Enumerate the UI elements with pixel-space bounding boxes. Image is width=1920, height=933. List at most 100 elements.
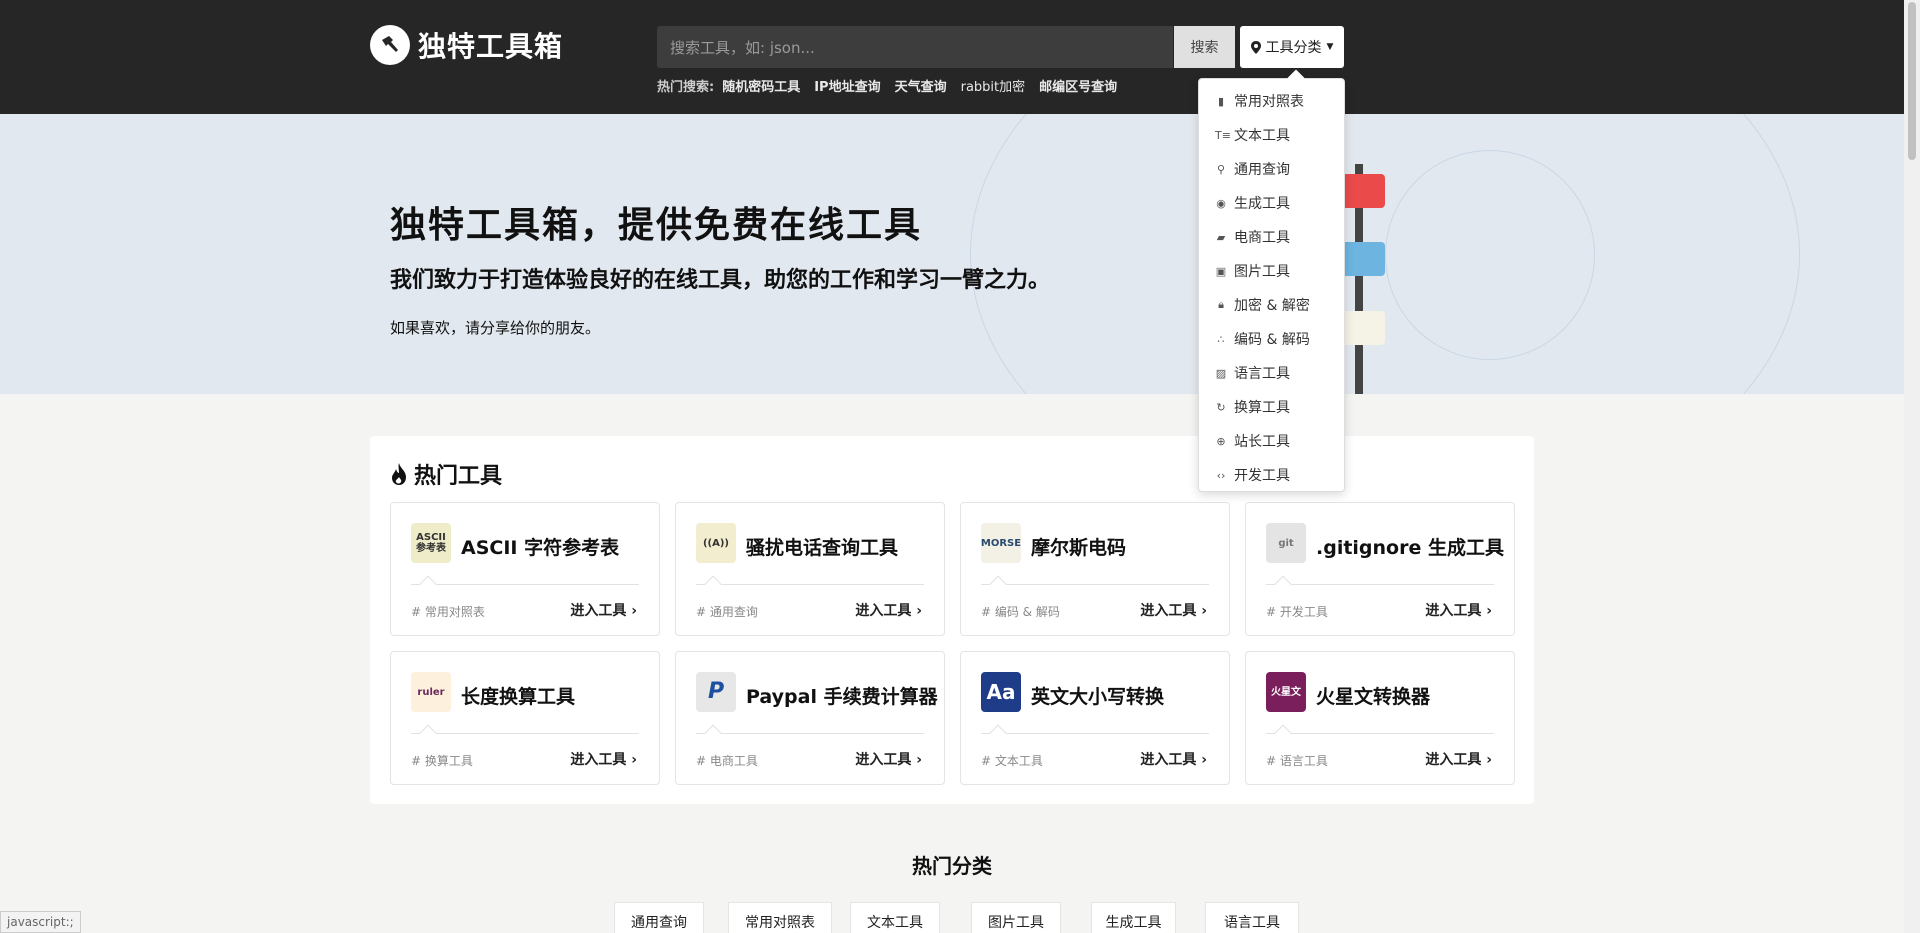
hot-tools-heading: 热门工具 <box>390 458 502 490</box>
divider-notch <box>704 724 722 742</box>
category-button-label: 工具分类 <box>1265 40 1322 56</box>
dropdown-item[interactable]: ‹› 开发工具 <box>1199 458 1344 492</box>
search-input[interactable]: 搜索工具，如: json... <box>657 26 1173 68</box>
divider-notch <box>419 724 437 742</box>
scrollbar-thumb[interactable] <box>1908 2 1916 160</box>
dropdown-item[interactable]: ↻ 换算工具 <box>1199 390 1344 424</box>
hot-tools-title: 热门工具 <box>414 464 503 489</box>
chevron-right-icon: › <box>916 603 922 619</box>
tool-card[interactable]: Aa 英文大小写转换 # 文本工具 进入工具 › <box>960 651 1230 785</box>
hammer-icon <box>370 25 410 65</box>
divider-notch <box>704 575 722 593</box>
divider <box>1266 584 1494 585</box>
target-icon: ◉ <box>1216 196 1226 210</box>
hot-tools-panel: 热门工具 ASCII 参考表 ASCII 字符参考表 # 常用对照表 进入工具 ›((… <box>370 436 1534 804</box>
tool-icon: ((A)) <box>696 523 736 563</box>
tool-category-tag: # 开发工具 <box>1266 605 1328 619</box>
dropdown-item[interactable]: T≡ 文本工具 <box>1199 118 1344 152</box>
enter-tool-link[interactable]: 进入工具 › <box>570 600 637 620</box>
enter-tool-link[interactable]: 进入工具 › <box>1140 600 1207 620</box>
dropdown-item[interactable]: ▮ 常用对照表 <box>1199 84 1344 118</box>
dropdown-item[interactable]: ⊕ 站长工具 <box>1199 424 1344 458</box>
tool-category-tag: # 文本工具 <box>981 754 1043 768</box>
hero-title: 独特工具箱，提供免费在线工具 <box>390 204 923 246</box>
dropdown-item[interactable]: ▰ 电商工具 <box>1199 220 1344 254</box>
tool-title: 火星文转换器 <box>1316 686 1431 708</box>
tool-card[interactable]: MORSE 摩尔斯电码 # 编码 & 解码 进入工具 › <box>960 502 1230 636</box>
enter-tool-link[interactable]: 进入工具 › <box>1425 749 1492 769</box>
signpost-flag <box>1345 242 1385 276</box>
tool-category-tag: # 常用对照表 <box>411 605 485 619</box>
dropdown-item-label: 开发工具 <box>1234 468 1290 484</box>
chevron-right-icon: › <box>916 752 922 768</box>
enter-tool-label: 进入工具 <box>1425 603 1482 619</box>
hot-search-link[interactable]: rabbit加密 <box>961 76 1026 95</box>
caret-down-icon: ▼ <box>1326 42 1334 52</box>
tool-title: 摩尔斯电码 <box>1031 537 1127 559</box>
tool-icon: P <box>696 672 736 712</box>
tool-card[interactable]: git .gitignore 生成工具 # 开发工具 进入工具 › <box>1245 502 1515 636</box>
enter-tool-link[interactable]: 进入工具 › <box>1425 600 1492 620</box>
enter-tool-label: 进入工具 <box>570 603 627 619</box>
category-chip[interactable]: 生成工具 <box>1091 902 1176 933</box>
tool-card[interactable]: 火星文 火星文转换器 # 语言工具 进入工具 › <box>1245 651 1515 785</box>
text-icon: T≡ <box>1215 128 1231 142</box>
translate-icon: ▨ <box>1215 366 1227 380</box>
tool-card[interactable]: P Paypal 手续费计算器 # 电商工具 进入工具 › <box>675 651 945 785</box>
tool-title: ASCII 字符参考表 <box>461 537 620 559</box>
tool-title: 长度换算工具 <box>461 686 576 708</box>
category-chip[interactable]: 文本工具 <box>850 902 940 933</box>
divider <box>411 733 639 734</box>
enter-tool-link[interactable]: 进入工具 › <box>1140 749 1207 769</box>
dropdown-item[interactable]: ∴ 编码 & 解码 <box>1199 322 1344 356</box>
enter-tool-link[interactable]: 进入工具 › <box>855 600 922 620</box>
search-button[interactable]: 搜索 <box>1174 26 1235 68</box>
tool-title: .gitignore 生成工具 <box>1316 537 1504 559</box>
dropdown-item-label: 加密 & 解密 <box>1234 298 1310 314</box>
divider <box>696 584 924 585</box>
code-icon: ‹› <box>1216 468 1226 482</box>
status-bar: javascript:; <box>0 911 81 933</box>
dropdown-item-label: 站长工具 <box>1234 434 1290 450</box>
dropdown-item[interactable]: ▨ 语言工具 <box>1199 356 1344 390</box>
divider-notch <box>989 724 1007 742</box>
hot-search-link[interactable]: IP地址查询 <box>814 76 880 95</box>
category-chip[interactable]: 常用对照表 <box>728 902 832 933</box>
tool-card[interactable]: ASCII 参考表 ASCII 字符参考表 # 常用对照表 进入工具 › <box>390 502 660 636</box>
tool-card[interactable]: ruler 长度换算工具 # 换算工具 进入工具 › <box>390 651 660 785</box>
enter-tool-link[interactable]: 进入工具 › <box>570 749 637 769</box>
dropdown-item[interactable]: ▣ 图片工具 <box>1199 254 1344 288</box>
dropdown-item-label: 生成工具 <box>1234 196 1290 212</box>
hot-search-link[interactable]: 天气查询 <box>895 76 947 95</box>
tool-title: 英文大小写转换 <box>1031 686 1165 708</box>
hot-search-link[interactable]: 邮编区号查询 <box>1039 76 1117 95</box>
category-chip[interactable]: 图片工具 <box>971 902 1061 933</box>
tool-category-tag: # 通用查询 <box>696 605 758 619</box>
category-dropdown-button[interactable]: 工具分类 ▼ <box>1240 26 1344 68</box>
dropdown-item-label: 电商工具 <box>1234 230 1290 246</box>
truck-icon: ▰ <box>1216 230 1226 244</box>
chevron-right-icon: › <box>1201 603 1207 619</box>
tool-category-tag: # 电商工具 <box>696 754 758 768</box>
divider <box>696 733 924 734</box>
hero-note: 如果喜欢，请分享给你的朋友。 <box>390 319 601 337</box>
tool-title: 骚扰电话查询工具 <box>746 537 899 559</box>
dropdown-item[interactable]: ⚲ 通用查询 <box>1199 152 1344 186</box>
hot-categories-title: 热门分类 <box>912 854 992 878</box>
site-logo[interactable]: 独特工具箱 <box>370 25 563 65</box>
dropdown-item[interactable]: 🔒︎ 加密 & 解密 <box>1199 288 1344 322</box>
tool-icon: MORSE <box>981 523 1021 563</box>
hero-banner: 独特工具箱，提供免费在线工具 我们致力于打造体验良好的在线工具，助您的工作和学习… <box>0 114 1904 394</box>
hot-search-link[interactable]: 随机密码工具 <box>722 76 800 95</box>
chevron-right-icon: › <box>631 752 637 768</box>
tool-category-tag: # 换算工具 <box>411 754 473 768</box>
category-chip[interactable]: 语言工具 <box>1205 902 1299 933</box>
divider-notch <box>419 575 437 593</box>
dropdown-item[interactable]: ◉ 生成工具 <box>1199 186 1344 220</box>
signpost-flag <box>1345 311 1385 345</box>
enter-tool-link[interactable]: 进入工具 › <box>855 749 922 769</box>
tool-card[interactable]: ((A)) 骚扰电话查询工具 # 通用查询 进入工具 › <box>675 502 945 636</box>
page-scrollbar[interactable] <box>1904 0 1920 933</box>
tool-title: Paypal 手续费计算器 <box>746 686 938 708</box>
category-chip[interactable]: 通用查询 <box>614 902 704 933</box>
